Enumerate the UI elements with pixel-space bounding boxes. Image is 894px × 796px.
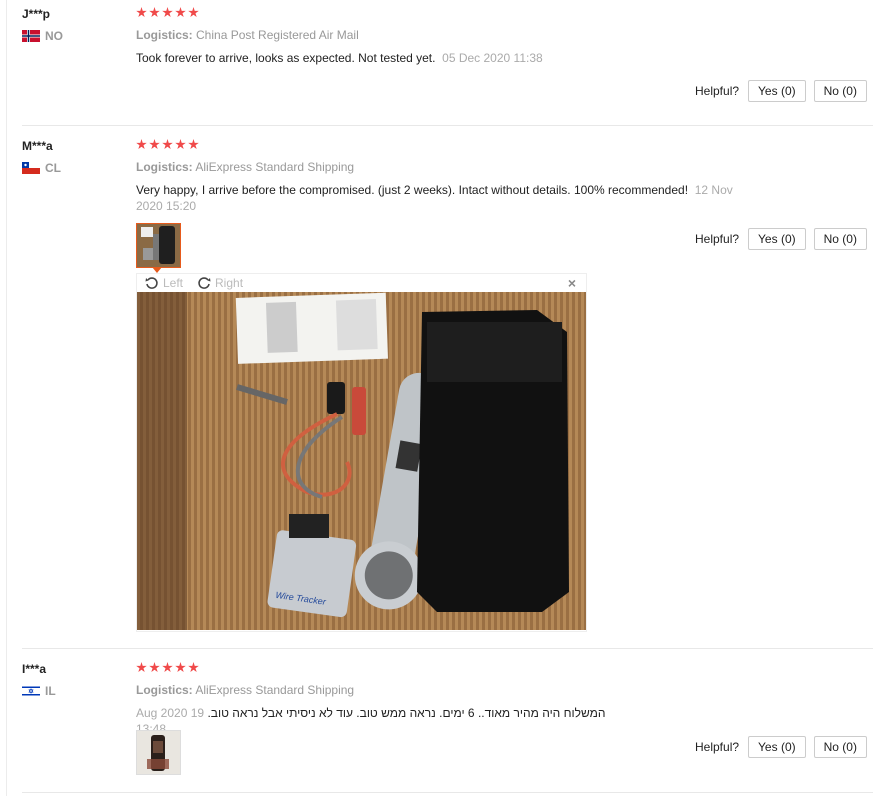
review-photo-large: Wire Tracker [137, 292, 586, 630]
helpful-vote: Helpful? Yes (0) No (0) [695, 228, 867, 250]
review-divider [22, 648, 873, 649]
review-comment: המשלוח היה מהיר מאוד.. 6 ימים. נראה ממש … [136, 705, 612, 737]
rating-stars [136, 662, 199, 673]
logistics-info: Logistics: AliExpress Standard Shipping [136, 160, 354, 174]
review-date-cont: 2020 15:20 [136, 199, 197, 213]
country-code: CL [45, 161, 61, 175]
helpful-label: Helpful? [695, 232, 740, 246]
rating-stars [136, 139, 199, 150]
star-icon [136, 7, 147, 18]
review-item: J***p NO Logistics: China Post Registere… [22, 7, 873, 117]
comment-text: Took forever to arrive, looks as expecte… [136, 51, 436, 65]
logistics-label: Logistics: [136, 683, 193, 697]
country-code: IL [45, 684, 56, 698]
helpful-yes-button[interactable]: Yes (0) [748, 736, 806, 758]
rotate-right-icon [198, 276, 211, 289]
rotate-left-label: Left [163, 275, 184, 290]
photo-viewer: Left Right × Wire Tracker [136, 273, 587, 632]
logistics-info: Logistics: AliExpress Standard Shipping [136, 683, 354, 697]
reviewer-name: J***p [22, 7, 51, 21]
star-icon [136, 662, 147, 673]
norway-flag-icon [22, 30, 40, 42]
helpful-label: Helpful? [695, 740, 740, 754]
star-icon [162, 139, 173, 150]
review-date: 12 Nov [694, 183, 733, 197]
star-icon [175, 662, 186, 673]
rotate-left-icon [145, 276, 158, 289]
star-icon [188, 7, 199, 18]
rotate-right-label: Right [215, 275, 244, 290]
logistics-method: China Post Registered Air Mail [196, 28, 359, 42]
rating-stars [136, 7, 199, 18]
star-icon [175, 7, 186, 18]
review-divider [22, 125, 873, 126]
reviewer-name: M***a [22, 139, 53, 153]
star-icon [149, 662, 160, 673]
review-comment: Took forever to arrive, looks as expecte… [136, 50, 776, 66]
logistics-label: Logistics: [136, 28, 193, 42]
logistics-method: AliExpress Standard Shipping [195, 683, 355, 697]
reviewer-country: IL [22, 684, 56, 698]
rotate-right-control[interactable]: Right [197, 276, 243, 290]
review-divider [22, 792, 873, 793]
helpful-vote: Helpful? Yes (0) No (0) [695, 736, 867, 758]
israel-flag-icon [22, 685, 40, 697]
star-icon [149, 139, 160, 150]
helpful-yes-button[interactable]: Yes (0) [748, 228, 806, 250]
viewer-toolbar: Left Right [137, 274, 586, 291]
helpful-yes-button[interactable]: Yes (0) [748, 80, 806, 102]
review-photo-thumbnail[interactable] [136, 730, 181, 775]
helpful-vote: Helpful? Yes (0) No (0) [695, 80, 867, 102]
star-icon [136, 139, 147, 150]
reviewer-country: NO [22, 29, 63, 43]
review-date: 05 Dec 2020 11:38 [442, 51, 543, 65]
reviewer-name: I***a [22, 662, 47, 676]
left-border [6, 0, 7, 796]
helpful-label: Helpful? [695, 84, 740, 98]
comment-text: Very happy, I arrive before the compromi… [136, 183, 689, 197]
helpful-no-button[interactable]: No (0) [813, 228, 867, 250]
photo-thumbnail-image [137, 224, 180, 267]
review-comment: Very happy, I arrive before the compromi… [136, 182, 776, 214]
chile-flag-icon [22, 162, 40, 174]
star-icon [175, 139, 186, 150]
comment-text: המשלוח היה מהיר מאוד.. 6 ימים. נראה ממש … [207, 706, 606, 720]
star-icon [162, 7, 173, 18]
photo-thumbnail-image [137, 731, 180, 774]
logistics-label: Logistics: [136, 160, 193, 174]
star-icon [188, 139, 199, 150]
close-icon[interactable]: × [568, 275, 576, 291]
country-code: NO [45, 29, 63, 43]
star-icon [162, 662, 173, 673]
star-icon [149, 7, 160, 18]
reviewer-country: CL [22, 161, 61, 175]
helpful-no-button[interactable]: No (0) [813, 736, 867, 758]
star-icon [188, 662, 199, 673]
logistics-info: Logistics: China Post Registered Air Mai… [136, 28, 359, 42]
review-photo-thumbnail[interactable] [136, 223, 181, 268]
helpful-no-button[interactable]: No (0) [813, 80, 867, 102]
rotate-left-control[interactable]: Left [145, 276, 183, 290]
logistics-method: AliExpress Standard Shipping [195, 160, 355, 174]
